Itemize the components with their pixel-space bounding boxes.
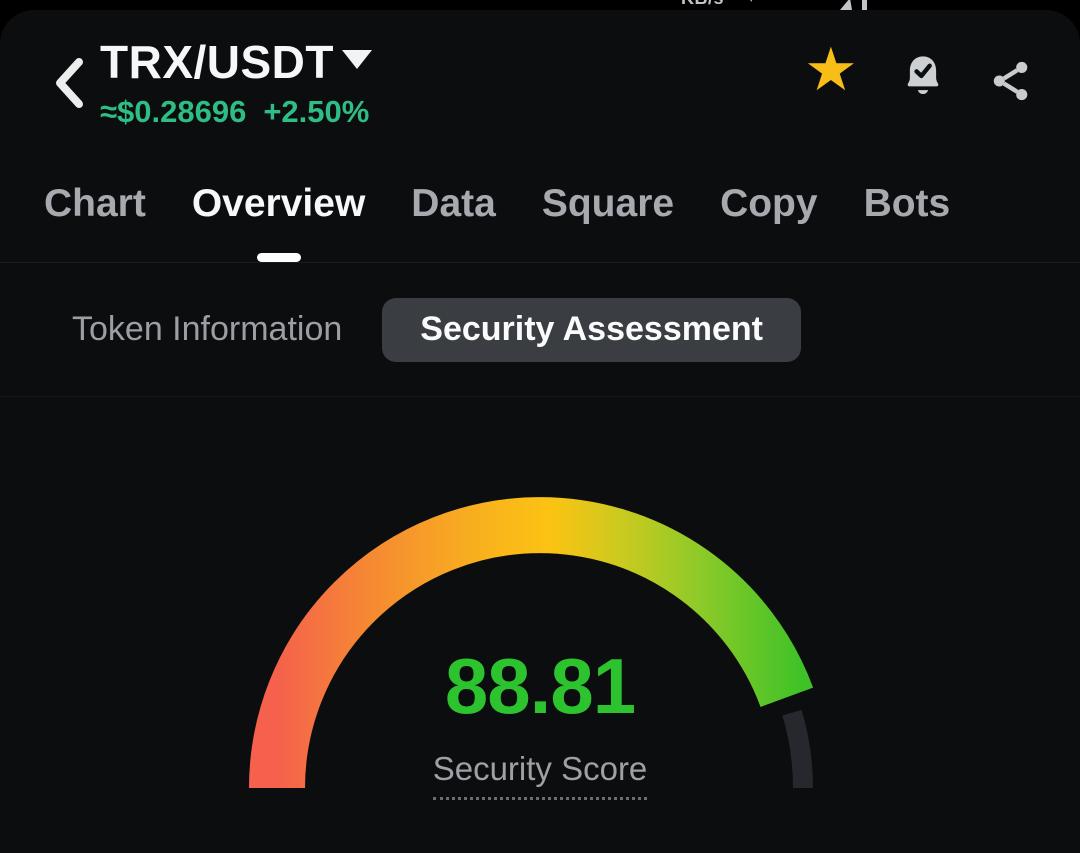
status-icon-fragment	[838, 0, 872, 10]
trading-pair-title[interactable]: TRX/USDT	[100, 36, 334, 88]
network-speed-label: KB/s	[681, 0, 724, 9]
security-score-value: 88.81	[0, 646, 1080, 726]
tab-bots[interactable]: Bots	[864, 182, 951, 262]
network-down-arrow-icon: ▾	[747, 0, 756, 7]
price-change-percent: +2.50%	[263, 94, 369, 129]
token-detail-screen: KB/s ▾ TRX/USDT ≈$0.28696 +2.50% ★	[0, 0, 1080, 853]
status-bar-sliver: KB/s ▾	[0, 0, 1080, 10]
tab-square[interactable]: Square	[542, 182, 674, 262]
price-row: ≈$0.28696 +2.50%	[100, 94, 369, 130]
subtab-token-information[interactable]: Token Information	[72, 310, 342, 349]
security-score-label-wrap: Security Score	[0, 750, 1080, 800]
subtab-security-assessment[interactable]: Security Assessment	[382, 298, 801, 362]
back-button[interactable]	[50, 56, 88, 110]
tab-copy[interactable]: Copy	[720, 182, 818, 262]
tab-overview[interactable]: Overview	[192, 182, 365, 262]
share-icon[interactable]	[988, 58, 1034, 104]
app-card: TRX/USDT ≈$0.28696 +2.50% ★ Chart Overvie…	[0, 10, 1080, 853]
security-score-panel: 88.81 Security Score	[0, 398, 1080, 853]
overview-subtab-bar: Token Information Security Assessment	[0, 263, 1080, 397]
security-score-label[interactable]: Security Score	[433, 750, 648, 800]
alert-bell-check-icon[interactable]	[898, 52, 948, 102]
main-tab-bar: Chart Overview Data Square Copy Bots	[0, 170, 1080, 263]
favorite-star-icon[interactable]: ★	[804, 40, 858, 100]
tab-data[interactable]: Data	[411, 182, 496, 262]
approx-price: ≈$0.28696	[100, 94, 246, 129]
tab-chart[interactable]: Chart	[44, 182, 146, 262]
pair-dropdown-caret-icon[interactable]	[342, 50, 372, 69]
